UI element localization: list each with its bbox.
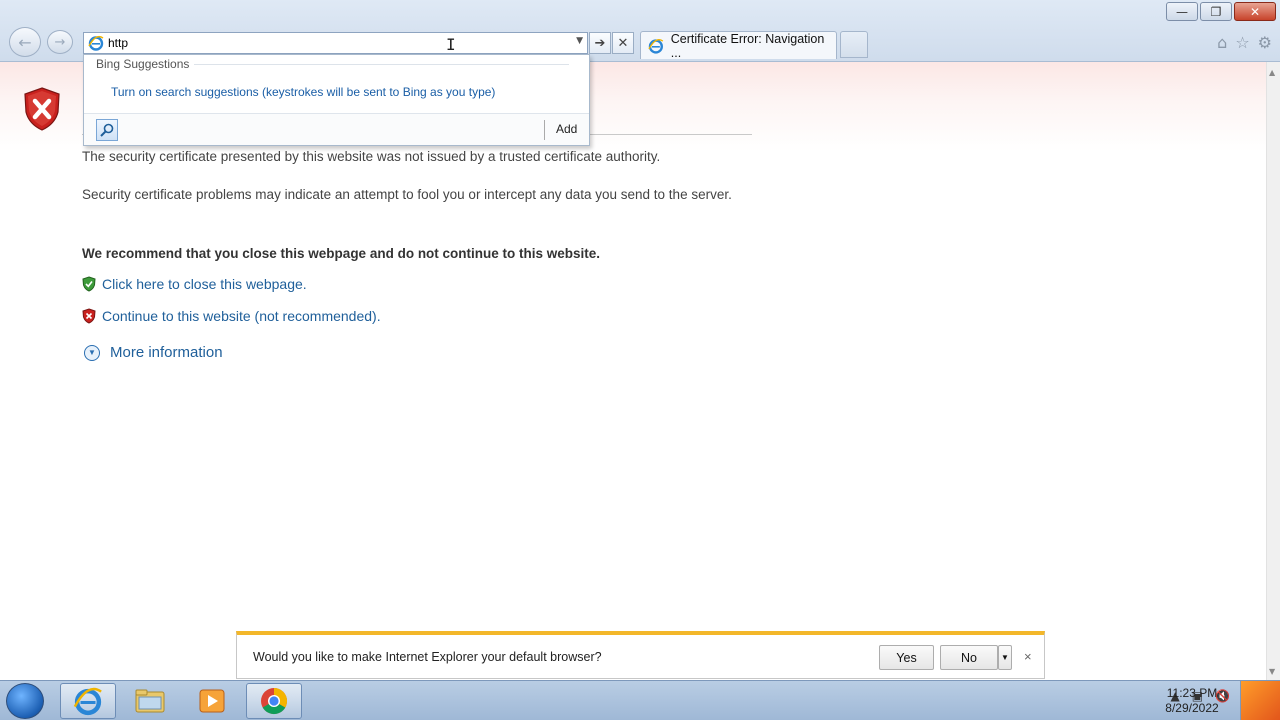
- bing-suggestions-heading: Bing Suggestions: [96, 57, 190, 71]
- taskbar-explorer[interactable]: [122, 683, 178, 719]
- recommendation-text: We recommend that you close this webpage…: [82, 246, 601, 261]
- home-icon[interactable]: ⌂: [1217, 33, 1227, 52]
- back-button[interactable]: ←: [9, 27, 41, 57]
- yes-button[interactable]: Yes: [879, 645, 934, 670]
- no-options-dropdown[interactable]: ▼: [998, 645, 1012, 670]
- close-webpage-link[interactable]: Click here to close this webpage.: [82, 276, 307, 292]
- footer-separator: [544, 120, 545, 140]
- dropdown-divider: [194, 64, 569, 65]
- page-content: The security certificate presented by th…: [0, 62, 1266, 680]
- continue-website-link-text[interactable]: Continue to this website (not recommende…: [102, 308, 381, 324]
- media-player-icon: [199, 689, 225, 713]
- taskbar-ie[interactable]: [60, 683, 116, 719]
- stop-button[interactable]: ✕: [612, 32, 634, 54]
- browser-chrome: — ❐ ✕ ← → ▼ I ➔ ✕ Certificate Error: Nav…: [0, 0, 1280, 62]
- cert-issue-text: The security certificate presented by th…: [82, 149, 661, 164]
- tab-ie-icon: [648, 38, 664, 54]
- close-notification-button[interactable]: ×: [1024, 649, 1032, 664]
- cert-warning-text: Security certificate problems may indica…: [82, 187, 732, 202]
- vertical-scrollbar[interactable]: ▲ ▼: [1266, 62, 1280, 680]
- clock[interactable]: 11:23 PM 8/29/2022: [1160, 686, 1224, 716]
- new-tab-button[interactable]: [840, 31, 868, 58]
- minimize-button[interactable]: —: [1166, 2, 1198, 21]
- favorites-star-icon[interactable]: ☆: [1235, 33, 1249, 52]
- forward-button[interactable]: →: [47, 30, 73, 54]
- more-information-label[interactable]: More information: [110, 344, 223, 361]
- search-provider-button[interactable]: [96, 119, 118, 141]
- forward-arrow-icon: →: [54, 34, 66, 50]
- stop-icon: ✕: [617, 35, 629, 51]
- dropdown-footer: Add: [84, 113, 589, 145]
- window-controls: — ❐ ✕: [1166, 2, 1276, 21]
- default-browser-notification: Would you like to make Internet Explorer…: [236, 631, 1045, 679]
- start-button[interactable]: [6, 683, 44, 719]
- folder-icon: [135, 689, 165, 713]
- tab-title: Certificate Error: Navigation ...: [670, 31, 825, 60]
- clock-time: 11:23 PM: [1166, 686, 1218, 700]
- back-arrow-icon: ←: [18, 32, 32, 52]
- red-shield-icon: [82, 308, 96, 324]
- close-webpage-link-text[interactable]: Click here to close this webpage.: [102, 276, 307, 292]
- taskbar-media-player[interactable]: [184, 683, 240, 719]
- dropdown-arrow-icon: ▼: [1001, 653, 1009, 662]
- ie-icon: [88, 35, 104, 51]
- close-window-button[interactable]: ✕: [1234, 2, 1276, 21]
- search-icon: [100, 123, 114, 137]
- go-arrow-icon: ➔: [594, 35, 606, 51]
- restore-button[interactable]: ❐: [1200, 2, 1232, 21]
- no-button[interactable]: No: [940, 645, 998, 670]
- more-information-toggle[interactable]: ▼ More information: [84, 344, 223, 361]
- go-button[interactable]: ➔: [589, 32, 611, 54]
- chrome-icon: [261, 687, 288, 715]
- scroll-up-icon[interactable]: ▲: [1269, 68, 1275, 77]
- enable-suggestions-link[interactable]: Turn on search suggestions (keystrokes w…: [111, 85, 495, 99]
- expand-chevron-icon: ▼: [84, 344, 100, 361]
- green-shield-icon: [82, 276, 96, 292]
- scroll-down-icon[interactable]: ▼: [1269, 667, 1275, 676]
- show-desktop-button[interactable]: [1240, 681, 1280, 720]
- text-cursor-icon: I: [446, 35, 456, 54]
- address-input[interactable]: [108, 36, 548, 50]
- tab-certificate-error[interactable]: Certificate Error: Navigation ...: [640, 31, 837, 60]
- notification-message: Would you like to make Internet Explorer…: [253, 650, 602, 664]
- continue-website-link[interactable]: Continue to this website (not recommende…: [82, 308, 381, 324]
- taskbar-chrome[interactable]: [246, 683, 302, 719]
- toolbar-icons: ⌂ ☆ ⚙: [1217, 33, 1272, 52]
- clock-date: 8/29/2022: [1165, 701, 1219, 715]
- address-dropdown-arrow-icon[interactable]: ▼: [576, 36, 583, 46]
- error-shield-icon: [24, 87, 60, 131]
- internet-explorer-icon: [73, 687, 102, 716]
- tools-gear-icon[interactable]: ⚙: [1258, 33, 1272, 52]
- add-provider-button[interactable]: Add: [556, 122, 577, 136]
- address-suggestions-dropdown: Bing Suggestions Turn on search suggesti…: [83, 54, 590, 146]
- address-bar[interactable]: ▼: [83, 32, 588, 54]
- taskbar: ▲ ▣ 🔇 11:23 PM 8/29/2022: [0, 680, 1280, 720]
